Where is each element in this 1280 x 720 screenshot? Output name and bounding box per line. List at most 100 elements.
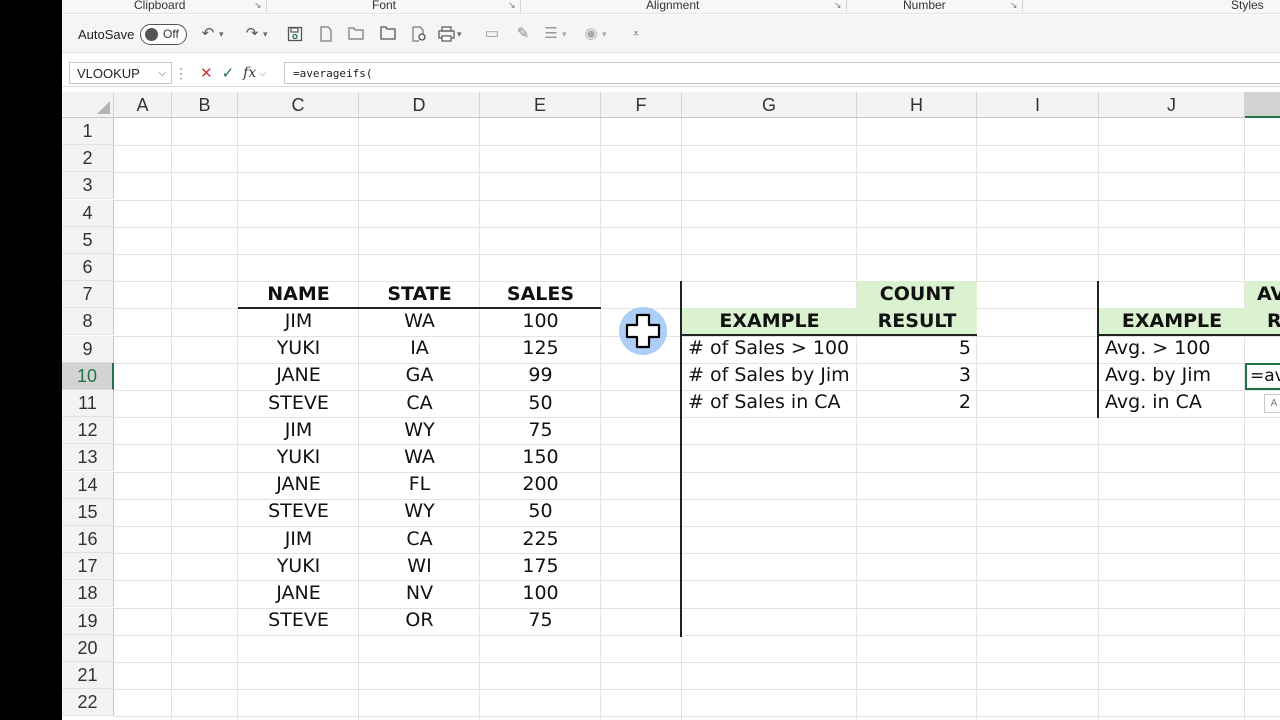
dialog-launcher-icon[interactable]: ↘ [254, 0, 262, 11]
sales-name-cell[interactable]: STEVE [238, 390, 359, 417]
count-header-result-1[interactable]: COUNT [857, 281, 977, 308]
formula-input[interactable]: =averageifs( [284, 62, 1280, 84]
enter-icon[interactable]: ✓ [222, 64, 235, 82]
column-header-a[interactable]: A [114, 92, 172, 118]
sales-state-cell[interactable]: GA [359, 362, 480, 389]
row-header-8[interactable]: 8 [62, 308, 114, 336]
row-header-16[interactable]: 16 [62, 526, 114, 553]
dialog-launcher-icon[interactable]: ↘ [834, 0, 842, 11]
column-header-g[interactable]: G [682, 92, 857, 118]
sales-name-cell[interactable]: YUKI [238, 335, 359, 362]
header-state[interactable]: STATE [359, 281, 480, 308]
row-header-1[interactable]: 1 [62, 118, 114, 145]
avg-example-cell[interactable]: Avg. by Jim [1099, 362, 1245, 389]
row-header-5[interactable]: 5 [62, 226, 114, 254]
column-header-c[interactable]: C [238, 92, 359, 118]
shape-button[interactable]: ◉ ▾ [583, 15, 606, 53]
sales-value-cell[interactable]: 99 [480, 362, 601, 389]
row-header-4[interactable]: 4 [62, 199, 114, 227]
sales-value-cell[interactable]: 125 [480, 335, 601, 362]
borders-button[interactable]: ☰ ▾ [543, 15, 566, 53]
sales-name-cell[interactable]: YUKI [238, 553, 359, 580]
customize-qat-button[interactable]: ⩡ [628, 15, 644, 53]
count-header-result-2[interactable]: RESULT [857, 308, 977, 335]
row-header-21[interactable]: 21 [62, 662, 114, 689]
column-header-j[interactable]: J [1099, 92, 1245, 118]
sales-value-cell[interactable]: 50 [480, 498, 601, 525]
row-header-11[interactable]: 11 [62, 390, 114, 417]
print-button[interactable]: ▾ [438, 15, 462, 53]
sales-state-cell[interactable]: CA [359, 390, 480, 417]
format-painter-button[interactable]: ✎ [515, 15, 531, 53]
open-file-button[interactable] [348, 15, 364, 53]
sales-value-cell[interactable]: 100 [480, 308, 601, 335]
avg-example-cell[interactable]: Avg. > 100 [1099, 335, 1245, 362]
folder-button[interactable] [380, 15, 396, 53]
sales-value-cell[interactable]: 100 [480, 580, 601, 607]
column-header-d[interactable]: D [359, 92, 480, 118]
count-result-cell[interactable]: 3 [857, 362, 977, 389]
column-header-i[interactable]: I [977, 92, 1099, 118]
row-header-9[interactable]: 9 [62, 335, 114, 363]
dialog-launcher-icon[interactable]: ↘ [508, 0, 516, 11]
sales-state-cell[interactable]: OR [359, 607, 480, 634]
row-header-6[interactable]: 6 [62, 254, 114, 281]
sales-name-cell[interactable]: JIM [238, 417, 359, 444]
column-header-e[interactable]: E [480, 92, 601, 118]
sales-state-cell[interactable]: FL [359, 471, 480, 498]
sales-name-cell[interactable]: JIM [238, 526, 359, 553]
sales-name-cell[interactable]: YUKI [238, 444, 359, 471]
sales-value-cell[interactable]: 75 [480, 417, 601, 444]
sales-name-cell[interactable]: JANE [238, 362, 359, 389]
column-header-f[interactable]: F [601, 92, 682, 118]
dialog-launcher-icon[interactable]: ↘ [1010, 0, 1018, 11]
column-header-b[interactable]: B [172, 92, 238, 118]
row-header-13[interactable]: 13 [62, 444, 114, 472]
count-example-cell[interactable]: # of Sales > 100 [682, 335, 857, 362]
sales-state-cell[interactable]: WY [359, 417, 480, 444]
active-cell-editor[interactable]: =av [1245, 363, 1280, 390]
sales-state-cell[interactable]: CA [359, 526, 480, 553]
count-result-cell[interactable]: 2 [857, 389, 977, 416]
avg-header-result-2[interactable]: R [1245, 308, 1280, 335]
sales-state-cell[interactable]: WY [359, 498, 480, 525]
redo-button[interactable]: ↷ ▾ [244, 15, 268, 53]
autocomplete-tooltip[interactable]: A [1264, 394, 1280, 413]
avg-example-cell[interactable]: Avg. in CA [1099, 389, 1245, 416]
save-button[interactable] [287, 15, 303, 53]
row-header-17[interactable]: 17 [62, 553, 114, 581]
worksheet-grid[interactable]: ABCDEFGHIJ 1 2 3 4 5 6 7 8 9 10 11 12 13 14 15 16 17 18 19… [62, 92, 1280, 720]
column-header-k[interactable] [1245, 92, 1280, 118]
sales-name-cell[interactable]: JANE [238, 580, 359, 607]
undo-button[interactable]: ↶ ▾ [200, 15, 224, 53]
row-header-18[interactable]: 18 [62, 580, 114, 608]
sales-state-cell[interactable]: WI [359, 553, 480, 580]
select-all-button[interactable] [62, 92, 114, 118]
header-sales[interactable]: SALES [480, 281, 601, 308]
autosave-toggle[interactable]: Off [140, 24, 187, 45]
sales-name-cell[interactable]: JIM [238, 308, 359, 335]
sales-state-cell[interactable]: WA [359, 308, 480, 335]
sales-state-cell[interactable]: WA [359, 444, 480, 471]
name-box[interactable]: VLOOKUP ⌵ [69, 62, 172, 84]
row-header-14[interactable]: 14 [62, 471, 114, 499]
sales-name-cell[interactable]: STEVE [238, 498, 359, 525]
sales-value-cell[interactable]: 200 [480, 471, 601, 498]
column-header-h[interactable]: H [857, 92, 977, 118]
row-header-20[interactable]: 20 [62, 634, 114, 662]
cancel-icon[interactable]: ✕ [200, 64, 213, 82]
comment-button[interactable]: ▭ [484, 15, 500, 53]
sales-value-cell[interactable]: 225 [480, 526, 601, 553]
row-header-2[interactable]: 2 [62, 145, 114, 173]
sales-name-cell[interactable]: JANE [238, 471, 359, 498]
count-example-cell[interactable]: # of Sales in CA [682, 389, 857, 416]
sales-value-cell[interactable]: 150 [480, 444, 601, 471]
avg-header-example[interactable]: EXAMPLE [1099, 308, 1245, 335]
sales-name-cell[interactable]: STEVE [238, 607, 359, 634]
sales-value-cell[interactable]: 75 [480, 607, 601, 634]
count-result-cell[interactable]: 5 [857, 335, 977, 362]
row-header-15[interactable]: 15 [62, 498, 114, 526]
sales-state-cell[interactable]: NV [359, 580, 480, 607]
count-header-example[interactable]: EXAMPLE [682, 308, 857, 335]
row-header-3[interactable]: 3 [62, 172, 114, 200]
